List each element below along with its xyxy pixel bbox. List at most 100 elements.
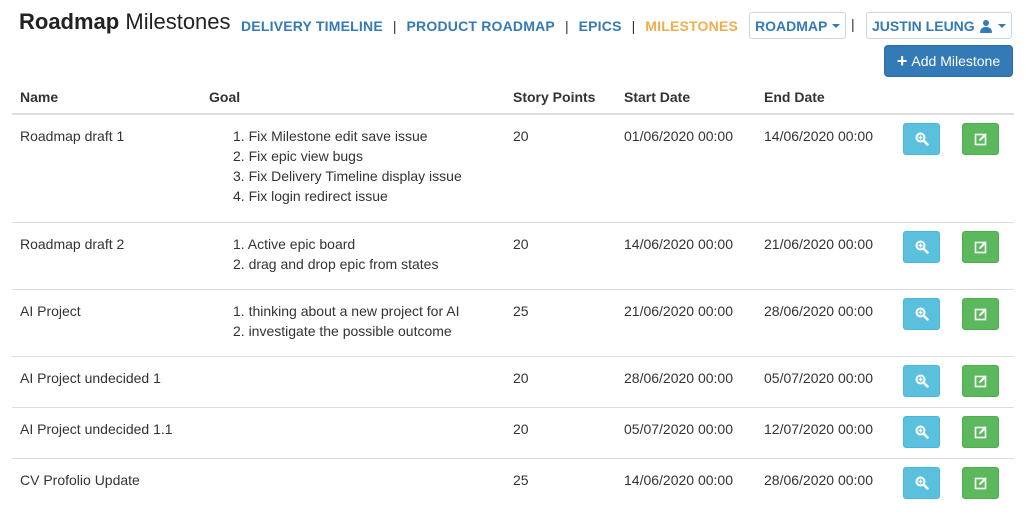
goal-list: 1. Fix Milestone edit save issue 2. Fix e… [209, 126, 497, 206]
nav-product-roadmap[interactable]: PRODUCT ROADMAP [407, 18, 555, 34]
view-button[interactable] [903, 415, 940, 448]
story-points: 25 [505, 457, 616, 509]
end-date: 21/06/2020 00:00 [756, 221, 895, 289]
milestone-name: Roadmap draft 1 [20, 128, 125, 144]
roadmap-dropdown-label: ROADMAP [755, 17, 828, 34]
nav-epics[interactable]: EPICS [579, 18, 622, 34]
goal-item: 2. Fix epic view bugs [233, 148, 363, 164]
story-points: 20 [505, 221, 616, 289]
nav-delivery-timeline[interactable]: DELIVERY TIMELINE [241, 18, 383, 34]
milestone-name: Roadmap draft 2 [12, 221, 201, 289]
column-header-start-date: Start Date [616, 80, 756, 115]
user-name: JUSTIN LEUNG [872, 17, 975, 34]
page-header: Roadmap Milestones DELIVERY TIMELINE | P… [0, 0, 1026, 80]
row-actions [895, 288, 1014, 356]
nav-separator: | [631, 18, 636, 34]
view-button[interactable] [903, 297, 940, 330]
edit-button[interactable] [962, 297, 999, 330]
start-date: 14/06/2020 00:00 [616, 221, 756, 289]
caret-down-icon [832, 23, 841, 28]
column-header-goal: Goal [201, 80, 505, 115]
table-header-row: Name Goal Story Points Start Date End Da… [12, 80, 1014, 115]
add-milestone-label: Add Milestone [911, 53, 1001, 69]
edit-icon [974, 374, 988, 388]
table-row: AI Project 1. thinking about a new projec… [12, 288, 1014, 356]
table-body: Roadmap draft 1 1. Fix Milestone edit sav… [12, 114, 1014, 509]
view-button[interactable] [903, 466, 940, 499]
start-date: 01/06/2020 00:00 [624, 128, 733, 144]
milestone-name: AI Project undecided 1.1 [12, 406, 201, 458]
zoom-in-icon [915, 240, 929, 254]
zoom-in-icon [915, 132, 929, 146]
row-actions [895, 221, 1014, 289]
nav-separator: | [851, 16, 855, 32]
milestone-goal [201, 457, 505, 509]
goal-list: 1. Active epic board 2. drag and drop epi… [209, 234, 497, 274]
column-header-name: Name [12, 80, 201, 115]
edit-button[interactable] [962, 466, 999, 499]
zoom-in-icon [915, 476, 929, 490]
story-points: 20 [505, 406, 616, 458]
story-points: 20 [513, 128, 529, 144]
edit-icon [974, 132, 988, 146]
nav-separator: | [564, 18, 569, 34]
roadmap-dropdown[interactable]: ROADMAP [749, 12, 847, 39]
user-dropdown[interactable]: JUSTIN LEUNG [866, 12, 1012, 39]
milestone-goal [201, 406, 505, 458]
edit-button[interactable] [962, 364, 999, 397]
row-actions [895, 406, 1014, 458]
end-date: 12/07/2020 00:00 [756, 406, 895, 458]
end-date: 14/06/2020 00:00 [764, 128, 873, 144]
milestone-goal: 1. Active epic board 2. drag and drop epi… [201, 221, 505, 289]
row-actions [895, 457, 1014, 509]
milestone-goal: 1. Fix Milestone edit save issue 2. Fix e… [201, 114, 505, 222]
milestone-goal: 1. thinking about a new project for AI 2.… [201, 288, 505, 356]
goal-item: 4. Fix login redirect issue [233, 188, 388, 204]
table-row: CV Profolio Update 25 14/06/2020 00:00 28/0… [12, 457, 1014, 509]
top-nav: DELIVERY TIMELINE | PRODUCT ROADMAP | EP… [241, 14, 762, 38]
page-title-rest: Milestones [125, 9, 231, 34]
view-button[interactable] [903, 123, 940, 155]
end-date: 05/07/2020 00:00 [756, 355, 895, 407]
nav-milestones[interactable]: MILESTONES [645, 18, 738, 34]
goal-item: 2. investigate the possible outcome [233, 322, 452, 339]
column-header-story-points: Story Points [505, 80, 616, 115]
milestone-name: CV Profolio Update [12, 457, 201, 509]
plus-icon: + [896, 51, 908, 71]
zoom-in-icon [915, 425, 929, 439]
milestone-name: AI Project [12, 288, 201, 356]
row-actions [895, 355, 1014, 407]
start-date: 21/06/2020 00:00 [616, 288, 756, 356]
edit-button[interactable] [962, 415, 999, 448]
start-date: 14/06/2020 00:00 [616, 457, 756, 509]
goal-list: 1. thinking about a new project for AI 2.… [209, 301, 497, 341]
nav-separator: | [392, 18, 397, 34]
start-date: 05/07/2020 00:00 [616, 406, 756, 458]
add-milestone-button[interactable]: + Add Milestone [884, 45, 1013, 77]
goal-item: 2. drag and drop epic from states [233, 255, 439, 272]
caret-down-icon [997, 23, 1006, 28]
table-row: Roadmap draft 2 1. Active epic board 2. dr… [12, 221, 1014, 289]
column-header-actions [895, 80, 1014, 115]
end-date: 28/06/2020 00:00 [756, 457, 895, 509]
table-row: AI Project undecided 1.1 20 05/07/2020 00:… [12, 406, 1014, 458]
table-row: Roadmap draft 1 1. Fix Milestone edit sav… [12, 114, 1014, 222]
edit-button[interactable] [962, 230, 999, 263]
view-button[interactable] [903, 364, 940, 397]
start-date: 28/06/2020 00:00 [616, 355, 756, 407]
page-title: Roadmap Milestones [19, 9, 231, 35]
zoom-in-icon [915, 374, 929, 388]
goal-item: 1. Active epic board [233, 235, 356, 252]
story-points: 25 [505, 288, 616, 356]
row-actions [895, 114, 1014, 222]
story-points: 20 [505, 355, 616, 407]
goal-item: 1. thinking about a new project for AI [233, 302, 460, 319]
user-icon [979, 19, 993, 33]
edit-icon [974, 425, 988, 439]
view-button[interactable] [903, 230, 940, 263]
edit-icon [974, 240, 988, 254]
goal-item: 3. Fix Delivery Timeline display issue [233, 168, 462, 184]
page-title-bold: Roadmap [19, 9, 120, 34]
end-date: 28/06/2020 00:00 [756, 288, 895, 356]
edit-button[interactable] [962, 123, 999, 155]
